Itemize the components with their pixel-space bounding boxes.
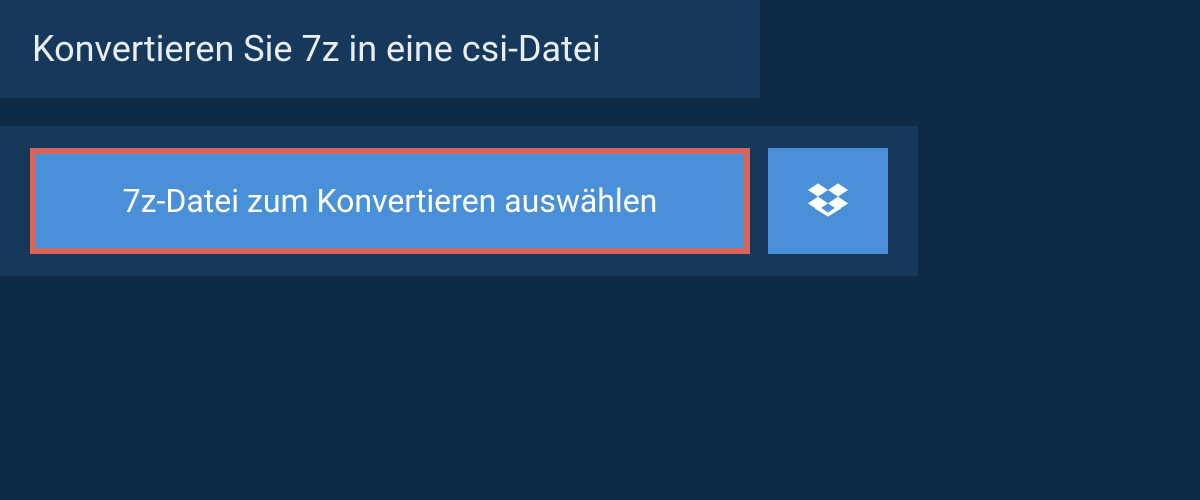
dropbox-icon <box>808 180 848 223</box>
dropbox-button[interactable] <box>768 148 888 254</box>
select-file-label: 7z-Datei zum Konvertieren auswählen <box>123 182 658 220</box>
action-panel: 7z-Datei zum Konvertieren auswählen <box>0 126 918 276</box>
page-title: Konvertieren Sie 7z in eine csi-Datei <box>32 28 728 70</box>
select-file-button[interactable]: 7z-Datei zum Konvertieren auswählen <box>30 148 750 254</box>
header-bar: Konvertieren Sie 7z in eine csi-Datei <box>0 0 760 98</box>
